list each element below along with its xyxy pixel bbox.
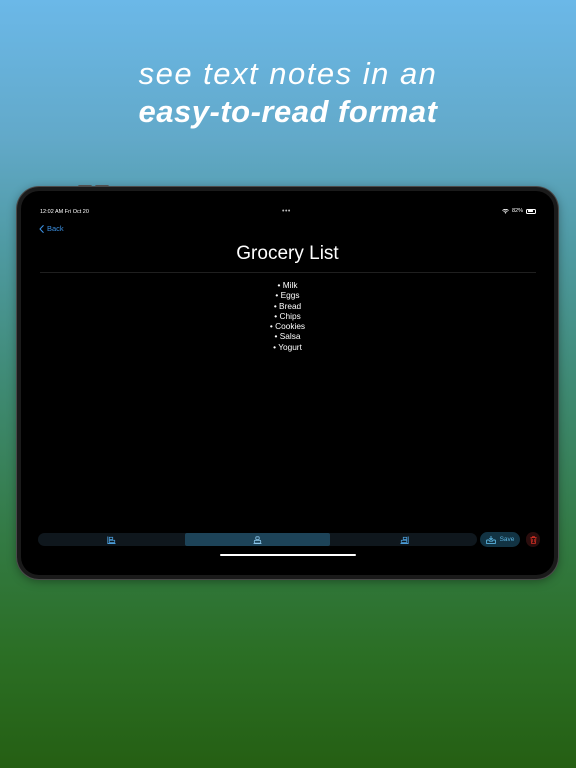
align-left-icon	[106, 536, 116, 544]
list-item: Milk	[21, 280, 554, 290]
title-divider	[40, 272, 536, 273]
wifi-icon	[502, 208, 509, 214]
save-label: Save	[499, 536, 515, 543]
list-item: Chips	[21, 311, 554, 321]
chevron-left-icon	[39, 224, 44, 233]
trash-icon	[529, 531, 537, 549]
alignment-segmented-control	[38, 533, 477, 546]
list-item: Eggs	[21, 290, 554, 300]
note-body[interactable]: Milk Eggs Bread Chips Cookies Salsa Yogu…	[21, 280, 554, 352]
home-indicator[interactable]	[220, 554, 356, 556]
headline-line-1: see text notes in an	[138, 56, 438, 91]
back-label: Back	[47, 224, 64, 233]
align-center-button[interactable]	[185, 533, 330, 546]
save-button[interactable]: Save	[480, 532, 520, 547]
status-time: 12:02 AM Fri Oct 20	[40, 209, 89, 215]
battery-icon	[526, 208, 536, 214]
battery-percent: 82%	[511, 208, 523, 214]
status-indicators: 82%	[502, 208, 536, 214]
multitasking-dots[interactable]: •••	[282, 208, 291, 215]
align-right-button[interactable]	[331, 533, 477, 546]
align-right-icon	[400, 536, 409, 544]
delete-button[interactable]	[526, 532, 540, 547]
headline-line-2: easy-to-read format	[138, 94, 438, 129]
align-center-icon	[253, 535, 262, 544]
list-item: Cookies	[21, 321, 554, 331]
tray-download-icon	[485, 535, 496, 544]
list-item: Bread	[21, 301, 554, 311]
app-screen: 12:02 AM Fri Oct 20 ••• 82% Back Grocery…	[21, 191, 554, 575]
note-title: Grocery List	[236, 243, 339, 264]
list-item: Salsa	[21, 331, 554, 341]
list-item: Yogurt	[21, 342, 554, 352]
align-left-button[interactable]	[38, 533, 184, 546]
back-button[interactable]: Back	[39, 224, 64, 233]
